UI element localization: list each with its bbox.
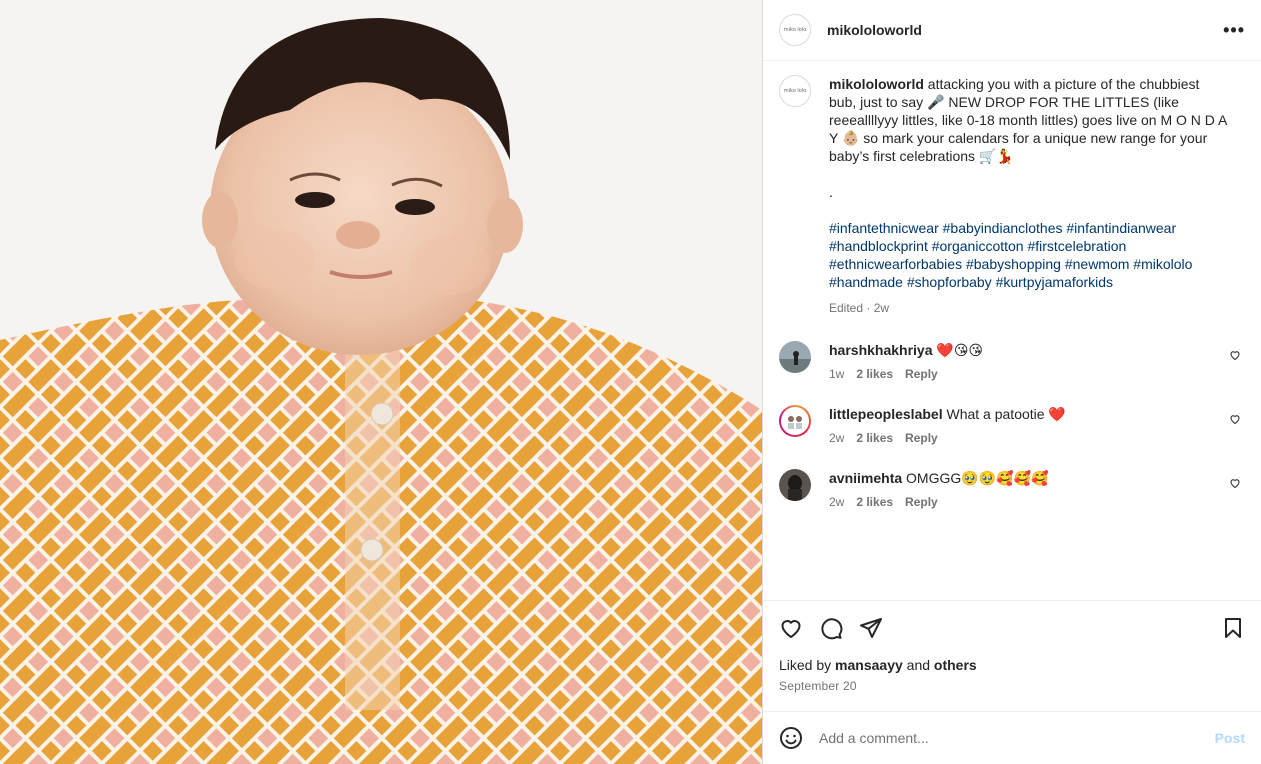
- comment-body: harshkhakhriya ❤️😘😘 1w 2 likes Reply: [829, 341, 1219, 381]
- comment-text-line: littlepeopleslabel What a patootie ❤️: [829, 405, 1219, 423]
- comment-body: littlepeopleslabel What a patootie ❤️ 2w…: [829, 405, 1219, 445]
- commenter-avatar[interactable]: [779, 341, 811, 373]
- comment-likes[interactable]: 2 likes: [856, 367, 893, 381]
- comment-text-line: harshkhakhriya ❤️😘😘: [829, 341, 1219, 359]
- heart-small-icon[interactable]: [1229, 477, 1241, 489]
- comment-username[interactable]: harshkhakhriya: [829, 342, 933, 358]
- comment-meta: 2w 2 likes Reply: [829, 495, 1219, 509]
- post-actions: Liked by mansaayy and others September 2…: [763, 600, 1261, 764]
- comment-reply-button[interactable]: Reply: [905, 495, 938, 509]
- commenter-avatar-story-ring[interactable]: [779, 405, 811, 437]
- save-button[interactable]: [1221, 616, 1245, 640]
- comment-time[interactable]: 2w: [829, 431, 844, 445]
- post-sidebar: miko lolo mikololoworld ••• miko lolo mi…: [762, 0, 1261, 764]
- comment-item: avniimehta OMGGG🥹🥹🥰🥰🥰 2w 2 likes Reply: [779, 469, 1245, 509]
- bookmark-icon: [1225, 618, 1241, 638]
- caption-text-block: mikololoworld attacking you with a pictu…: [829, 75, 1229, 165]
- caption-avatar-logo-text: miko lolo: [783, 88, 807, 94]
- comment-item: harshkhakhriya ❤️😘😘 1w 2 likes Reply: [779, 341, 1245, 381]
- liked-others[interactable]: others: [934, 657, 977, 673]
- like-button[interactable]: [779, 616, 803, 640]
- heart-small-icon[interactable]: [1229, 349, 1241, 361]
- comment-text: ❤️😘😘: [936, 342, 984, 358]
- share-icon: [860, 618, 882, 638]
- commenter-avatar-image: [779, 341, 811, 373]
- commenter-avatar[interactable]: [779, 469, 811, 501]
- comment-username[interactable]: avniimehta: [829, 470, 902, 486]
- post-image[interactable]: [0, 0, 762, 764]
- caption-username[interactable]: mikololoworld: [829, 76, 924, 92]
- caption-meta: Edited · 2w: [829, 301, 890, 315]
- liked-prefix: Liked by: [779, 657, 832, 673]
- comment-item: littlepeopleslabel What a patootie ❤️ 2w…: [779, 405, 1245, 445]
- avatar-logo-text: miko lolo: [783, 27, 807, 33]
- account-avatar[interactable]: miko lolo: [779, 14, 811, 46]
- comment-username[interactable]: littlepeopleslabel: [829, 406, 943, 422]
- caption: miko lolo mikololoworld attacking you wi…: [779, 75, 1245, 317]
- commenter-avatar-image: [779, 469, 811, 501]
- caption-hashtags[interactable]: #infantethnicwear #babyindianclothes #in…: [829, 219, 1229, 291]
- comment-likes[interactable]: 2 likes: [856, 495, 893, 509]
- caption-avatar[interactable]: miko lolo: [779, 75, 811, 107]
- comment-meta: 2w 2 likes Reply: [829, 431, 1219, 445]
- share-button[interactable]: [859, 616, 883, 640]
- emoji-icon[interactable]: [779, 726, 803, 750]
- comment-icon: [821, 618, 843, 640]
- comment-text-line: avniimehta OMGGG🥹🥹🥰🥰🥰: [829, 469, 1219, 487]
- liked-user[interactable]: mansaayy: [835, 657, 903, 673]
- commenter-avatar-image: [788, 416, 802, 429]
- comment-input[interactable]: [819, 730, 1215, 746]
- add-comment-bar: Post: [763, 711, 1261, 764]
- post-header: miko lolo mikololoworld •••: [763, 0, 1261, 61]
- comment-reply-button[interactable]: Reply: [905, 431, 938, 445]
- comment-meta: 1w 2 likes Reply: [829, 367, 1219, 381]
- header-username[interactable]: mikololoworld: [827, 22, 922, 38]
- comment-button[interactable]: [819, 616, 843, 640]
- comment-text: What a patootie ❤️: [946, 406, 1066, 422]
- post-date[interactable]: September 20: [779, 679, 1245, 693]
- caption-body: mikololoworld attacking you with a pictu…: [829, 75, 1229, 317]
- comment-reply-button[interactable]: Reply: [905, 367, 938, 381]
- comment-likes[interactable]: 2 likes: [856, 431, 893, 445]
- caption-dot: .: [829, 184, 833, 200]
- comment-time[interactable]: 1w: [829, 367, 844, 381]
- post-comment-button[interactable]: Post: [1215, 730, 1245, 746]
- heart-small-icon[interactable]: [1229, 413, 1241, 425]
- liked-by: Liked by mansaayy and others: [779, 657, 1245, 673]
- comment-text: OMGGG🥹🥹🥰🥰🥰: [906, 470, 1049, 486]
- comment-time[interactable]: 2w: [829, 495, 844, 509]
- comment-body: avniimehta OMGGG🥹🥹🥰🥰🥰 2w 2 likes Reply: [829, 469, 1219, 509]
- post-view: miko lolo mikololoworld ••• miko lolo mi…: [0, 0, 1261, 764]
- heart-icon: [781, 620, 801, 638]
- liked-and: and: [906, 657, 931, 673]
- baby-photo: [0, 0, 762, 764]
- more-icon[interactable]: •••: [1223, 21, 1245, 39]
- action-icons: [779, 601, 1245, 655]
- commenter-avatar: [781, 407, 809, 435]
- comments-scroll[interactable]: miko lolo mikololoworld attacking you wi…: [763, 61, 1261, 600]
